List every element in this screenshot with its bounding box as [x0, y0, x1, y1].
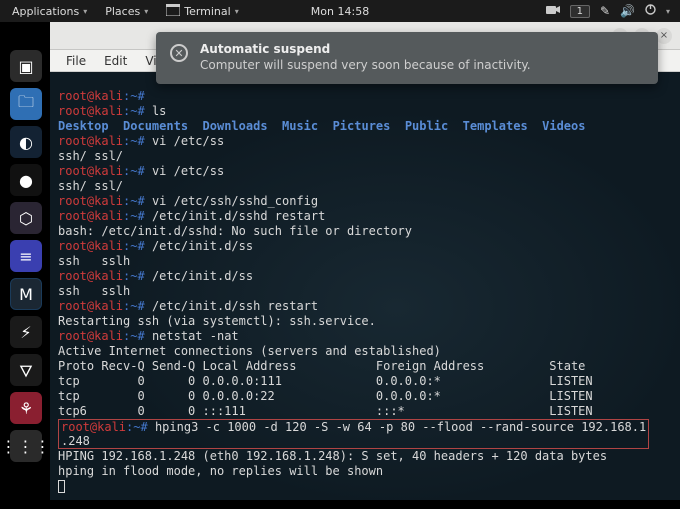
cmd: vi /etc/ssh/sshd_config [152, 194, 318, 208]
power-tray-icon[interactable] [645, 4, 656, 18]
cmd: /etc/init.d/ssh restart [152, 299, 318, 313]
dir: Desktop [58, 119, 109, 133]
applications-label: Applications [12, 5, 79, 18]
output: ssh sslh [58, 254, 130, 268]
output: tcp 0 0 0.0.0.0:22 0.0.0.0:* LISTEN [58, 389, 593, 403]
dock-wireshark-icon[interactable]: 🜄 [10, 354, 42, 386]
workspace-badge[interactable]: 1 [570, 5, 590, 18]
brush-tray-icon[interactable]: ✎ [600, 4, 610, 18]
prompt-path: :~# [123, 194, 145, 208]
terminal-window: – ▫ × File Edit View root@kali:~# root@k… [50, 22, 680, 500]
dir: Music [282, 119, 318, 133]
dock-zap-icon[interactable]: ⚡ [10, 316, 42, 348]
cmd: /etc/init.d/sshd restart [152, 209, 325, 223]
dock-cherrytree-icon[interactable]: ⚘ [10, 392, 42, 424]
dock-firefox-icon[interactable]: ◐ [10, 126, 42, 158]
window-close-button[interactable]: × [656, 28, 672, 44]
notification-popup[interactable]: ✕ Automatic suspend Computer will suspen… [156, 32, 658, 84]
prompt-path: :~# [123, 329, 145, 343]
cmd: /etc/init.d/ss [152, 269, 253, 283]
prompt-path: :~# [123, 299, 145, 313]
prompt-user: root@kali [58, 89, 123, 103]
dock: ▣ 🗀 ◐ ● ⬡ ≡ M ⚡ 🜄 ⚘ ⋮⋮⋮ [10, 50, 50, 462]
prompt-user: root@kali [58, 164, 123, 178]
output: Restarting ssh (via systemctl): ssh.serv… [58, 314, 376, 328]
output: bash: /etc/init.d/sshd: No such file or … [58, 224, 412, 238]
notification-title: Automatic suspend [200, 42, 531, 56]
dir: Public [405, 119, 448, 133]
prompt-user: root@kali [61, 420, 126, 434]
dock-files-icon[interactable]: 🗀 [10, 88, 42, 120]
places-label: Places [105, 5, 140, 18]
info-icon: ✕ [170, 44, 188, 62]
dir: Pictures [333, 119, 391, 133]
caret-icon: ▾ [144, 7, 148, 16]
output: tcp6 0 0 :::111 :::* LISTEN [58, 404, 593, 418]
dock-show-apps-icon[interactable]: ⋮⋮⋮ [10, 430, 42, 462]
output: ssh/ ssl/ [58, 149, 123, 163]
output: Proto Recv-Q Send-Q Local Address Foreig… [58, 359, 585, 373]
dock-app-icon[interactable]: ● [10, 164, 42, 196]
prompt-path: :~# [123, 134, 145, 148]
volume-tray-icon[interactable]: 🔊 [620, 4, 635, 18]
prompt-path: :~# [126, 420, 148, 434]
cmd: /etc/init.d/ss [152, 239, 253, 253]
terminal-cursor [58, 480, 65, 493]
prompt-path: :~# [123, 239, 145, 253]
file-menu[interactable]: File [58, 52, 94, 70]
highlighted-command: root@kali:~# hping3 -c 1000 -d 120 -S -w… [58, 419, 649, 449]
prompt-user: root@kali [58, 209, 123, 223]
dock-terminal-icon[interactable]: ▣ [10, 50, 42, 82]
dir: Documents [123, 119, 188, 133]
dock-burp-icon[interactable]: ⬡ [10, 202, 42, 234]
terminal-label: Terminal [184, 5, 231, 18]
edit-menu[interactable]: Edit [96, 52, 135, 70]
prompt-user: root@kali [58, 299, 123, 313]
output: ssh/ ssl/ [58, 179, 123, 193]
cmd: .248 [61, 434, 90, 448]
output: Active Internet connections (servers and… [58, 344, 441, 358]
output: HPING 192.168.1.248 (eth0 192.168.1.248)… [58, 449, 607, 463]
output: ssh sslh [58, 284, 130, 298]
prompt-path: :~# [123, 89, 145, 103]
prompt-path: :~# [123, 269, 145, 283]
cmd: vi /etc/ss [152, 164, 224, 178]
prompt-user: root@kali [58, 239, 123, 253]
terminal-menu[interactable]: Terminal ▾ [158, 1, 247, 22]
caret-icon: ▾ [83, 7, 87, 16]
dir: Downloads [203, 119, 268, 133]
prompt-user: root@kali [58, 269, 123, 283]
prompt-user: root@kali [58, 329, 123, 343]
prompt-path: :~# [123, 164, 145, 178]
prompt-path: :~# [123, 209, 145, 223]
prompt-path: :~# [123, 104, 145, 118]
prompt-user: root@kali [58, 104, 123, 118]
camera-tray-icon[interactable] [546, 4, 560, 18]
output: hping in flood mode, no replies will be … [58, 464, 383, 478]
dir: Templates [463, 119, 528, 133]
dir: Videos [542, 119, 585, 133]
dock-metasploit-icon[interactable]: M [10, 278, 42, 310]
cmd: hping3 -c 1000 -d 120 -S -w 64 -p 80 --f… [155, 420, 646, 434]
output: tcp 0 0 0.0.0.0:111 0.0.0.0:* LISTEN [58, 374, 593, 388]
prompt-user: root@kali [58, 194, 123, 208]
terminal-icon [166, 4, 180, 19]
prompt-user: root@kali [58, 134, 123, 148]
notification-body: Computer will suspend very soon because … [200, 58, 531, 72]
places-menu[interactable]: Places ▾ [97, 2, 156, 21]
applications-menu[interactable]: Applications ▾ [4, 2, 95, 21]
cmd: ls [152, 104, 166, 118]
clock[interactable]: Mon 14:58 [311, 5, 369, 18]
top-bar: Applications ▾ Places ▾ Terminal ▾ Mon 1… [0, 0, 680, 22]
caret-icon: ▾ [666, 7, 670, 16]
cmd: vi /etc/ss [152, 134, 224, 148]
caret-icon: ▾ [235, 7, 239, 16]
terminal-output[interactable]: root@kali:~# root@kali:~# ls Desktop Doc… [50, 72, 680, 500]
cmd: netstat -nat [152, 329, 239, 343]
dock-editor-icon[interactable]: ≡ [10, 240, 42, 272]
